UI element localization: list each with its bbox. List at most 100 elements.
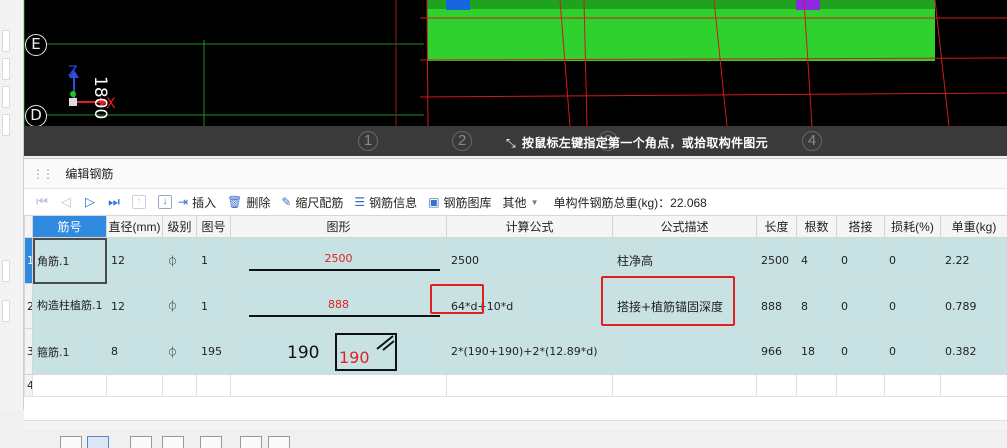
header-diameter[interactable]: 直径(mm) xyxy=(107,216,163,238)
table-row[interactable]: 3 箍筋.1 8 ⏀ 195 190 190 2*(190+190)+2*(12… xyxy=(25,329,1007,375)
strip-cell xyxy=(2,58,10,80)
figure-number-cell[interactable]: 1 xyxy=(197,284,231,329)
weight-cell[interactable]: 2.22 xyxy=(941,238,1007,284)
weight-cell[interactable]: 0.382 xyxy=(941,329,1007,375)
diameter-cell[interactable]: 8 xyxy=(107,329,163,375)
description-cell[interactable] xyxy=(613,329,757,375)
bar-name-text: 构造柱植筋.1 xyxy=(37,299,106,313)
bottom-tool-button[interactable] xyxy=(87,436,109,448)
length-cell[interactable]: 966 xyxy=(757,329,797,375)
stirrup-side-dimension[interactable]: 190 xyxy=(287,343,319,363)
empty-cell[interactable] xyxy=(885,375,941,397)
shape-cell[interactable]: 2500 xyxy=(231,238,447,284)
header-formula-description[interactable]: 公式描述 xyxy=(613,216,757,238)
table-row[interactable]: 2 构造柱植筋.1 12 ⏀ 1 888 64*d+10*d 搭接+植筋锚固深度… xyxy=(25,284,1007,329)
bottom-tool-button[interactable] xyxy=(200,436,222,448)
row-number[interactable]: 2 xyxy=(25,284,33,329)
header-length[interactable]: 长度 xyxy=(757,216,797,238)
level-cell[interactable]: ⏀ xyxy=(163,238,197,284)
length-cell[interactable]: 2500 xyxy=(757,238,797,284)
header-unit-weight[interactable]: 单重(kg) xyxy=(941,216,1007,238)
empty-cell[interactable] xyxy=(197,375,231,397)
horizontal-scrollbar[interactable] xyxy=(24,420,1007,430)
scale-rebar-button[interactable]: ✎缩尺配筋 xyxy=(281,194,343,211)
count-cell[interactable]: 4 xyxy=(797,238,837,284)
row-number[interactable]: 1 xyxy=(25,238,33,284)
panel-title-bar: ⋮⋮ 编辑钢筋 xyxy=(24,159,1007,189)
figure-number-cell[interactable]: 195 xyxy=(197,329,231,375)
next-record-icon[interactable]: ▷ xyxy=(78,194,102,210)
rebar-library-button[interactable]: ▣钢筋图库 xyxy=(428,194,491,211)
shape-dimension[interactable]: 888 xyxy=(231,298,446,311)
bar-name-cell[interactable]: 角筋.1 xyxy=(33,238,107,284)
bottom-tool-button[interactable] xyxy=(60,436,82,448)
header-loss[interactable]: 损耗(%) xyxy=(885,216,941,238)
shape-cell[interactable]: 190 190 xyxy=(231,329,447,375)
insert-button[interactable]: ⇥插入 xyxy=(178,194,216,211)
lap-cell[interactable]: 0 xyxy=(837,284,885,329)
loss-cell[interactable]: 0 xyxy=(885,284,941,329)
level-cell[interactable]: ⏀ xyxy=(163,329,197,375)
empty-cell[interactable] xyxy=(941,375,1007,397)
empty-cell[interactable] xyxy=(797,375,837,397)
empty-cell[interactable] xyxy=(757,375,797,397)
formula-cell[interactable]: 2500 xyxy=(447,238,613,284)
last-record-icon[interactable]: ⏭ xyxy=(102,194,126,210)
count-cell[interactable]: 18 xyxy=(797,329,837,375)
bottom-tool-button[interactable] xyxy=(162,436,184,448)
header-shape[interactable]: 图形 xyxy=(231,216,447,238)
scale-rebar-label: 缩尺配筋 xyxy=(295,194,343,211)
lap-cell[interactable]: 0 xyxy=(837,238,885,284)
bottom-tool-button[interactable] xyxy=(240,436,262,448)
header-level[interactable]: 级别 xyxy=(163,216,197,238)
shape-dimension[interactable]: 2500 xyxy=(231,252,446,265)
bottom-tool-button[interactable] xyxy=(130,436,152,448)
count-cell[interactable]: 8 xyxy=(797,284,837,329)
bar-name-cell[interactable]: 构造柱植筋.1 xyxy=(33,284,107,329)
header-count[interactable]: 根数 xyxy=(797,216,837,238)
grid-number-1: 1 xyxy=(358,131,378,151)
empty-cell[interactable] xyxy=(163,375,197,397)
diameter-cell[interactable]: 12 xyxy=(107,238,163,284)
move-down-icon[interactable]: ↓ xyxy=(158,195,172,209)
bar-name-cell[interactable]: 箍筋.1 xyxy=(33,329,107,375)
diameter-cell[interactable]: 12 xyxy=(107,284,163,329)
loss-cell[interactable]: 0 xyxy=(885,329,941,375)
empty-cell[interactable] xyxy=(33,375,107,397)
figure-number-cell[interactable]: 1 xyxy=(197,238,231,284)
table-row[interactable]: 1 角筋.1 12 ⏀ 1 2500 2500 柱净高 2500 4 0 0 2… xyxy=(25,238,1007,284)
rebar-info-button[interactable]: ☰钢筋信息 xyxy=(354,194,417,211)
formula-cell[interactable]: 2*(190+190)+2*(12.89*d) xyxy=(447,329,613,375)
empty-cell[interactable] xyxy=(231,375,447,397)
status-tip: ⤡按鼠标左键指定第一个角点，或拾取构件图元 xyxy=(506,134,768,151)
length-cell[interactable]: 888 xyxy=(757,284,797,329)
cad-canvas[interactable]: X Z E D 1800 1 2 3 4 ⤡按鼠标左键指定第一个角点，或拾取构件… xyxy=(24,0,1007,156)
row-number[interactable]: 4 xyxy=(25,375,33,397)
other-dropdown[interactable]: 其他▼ xyxy=(503,194,539,211)
row-number[interactable]: 3 xyxy=(25,329,33,375)
lap-cell[interactable]: 0 xyxy=(837,329,885,375)
drag-grip-icon[interactable]: ⋮⋮ xyxy=(32,167,52,181)
header-bar-number[interactable]: 筋号 xyxy=(33,216,107,238)
empty-cell[interactable] xyxy=(447,375,613,397)
header-figure-number[interactable]: 图号 xyxy=(197,216,231,238)
bottom-tool-button[interactable] xyxy=(268,436,290,448)
weight-cell[interactable]: 0.789 xyxy=(941,284,1007,329)
move-up-icon[interactable]: ↑ xyxy=(132,195,146,209)
previous-record-icon[interactable]: ◁ xyxy=(54,194,78,210)
panel-title: 编辑钢筋 xyxy=(65,167,113,181)
delete-button[interactable]: 🗑删除 xyxy=(227,194,270,211)
header-formula[interactable]: 计算公式 xyxy=(447,216,613,238)
level-cell[interactable]: ⏀ xyxy=(163,284,197,329)
header-lap[interactable]: 搭接 xyxy=(837,216,885,238)
stirrup-top-dimension[interactable]: 190 xyxy=(339,348,370,367)
empty-cell[interactable] xyxy=(107,375,163,397)
grid-number-4: 4 xyxy=(802,131,822,151)
table-row-empty[interactable]: 4 xyxy=(25,375,1007,397)
origin-y-dot xyxy=(70,91,76,97)
shape-cell[interactable]: 888 xyxy=(231,284,447,329)
empty-cell[interactable] xyxy=(613,375,757,397)
first-record-icon[interactable]: ⏮ xyxy=(30,194,54,210)
loss-cell[interactable]: 0 xyxy=(885,238,941,284)
empty-cell[interactable] xyxy=(837,375,885,397)
